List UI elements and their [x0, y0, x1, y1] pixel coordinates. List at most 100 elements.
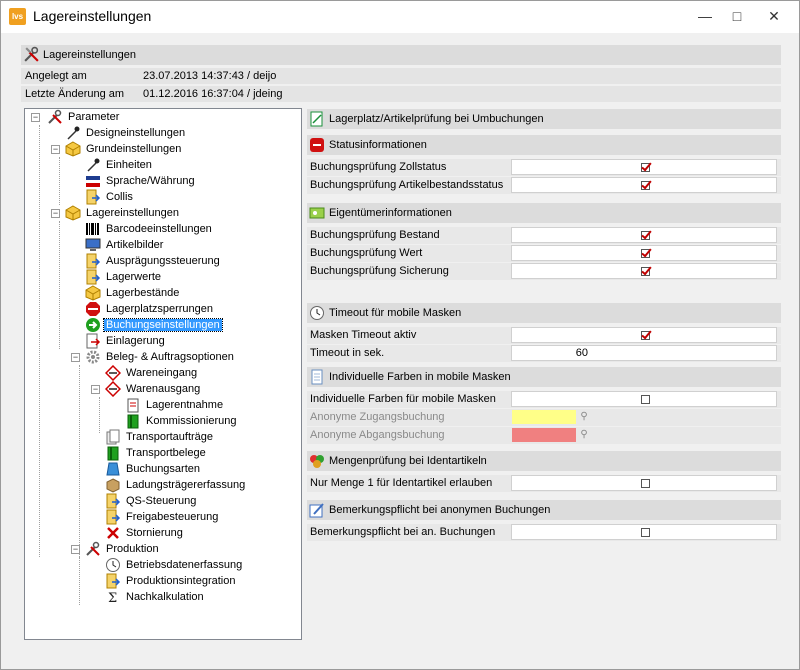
timeout-aktiv-checkbox[interactable]: [641, 331, 650, 340]
tree-label: Lagereinstellungen: [86, 207, 179, 219]
stop-icon: [310, 138, 324, 152]
setting-label: Buchungsprüfung Bestand: [310, 229, 440, 241]
bestand-checkbox[interactable]: [641, 231, 650, 240]
setting-label: Individuelle Farben für mobile Masken: [310, 393, 496, 405]
wert-checkbox[interactable]: [641, 249, 650, 258]
tree-label: Buchungseinstellungen: [103, 318, 223, 332]
tree-label: Nachkalkulation: [126, 591, 204, 603]
parameter-tree[interactable]: − Parameter Designeinstellungen − Grunde…: [24, 108, 302, 640]
gear-icon: [86, 350, 100, 364]
search-icon[interactable]: ⚲: [578, 411, 590, 423]
window-title: Lagereinstellungen: [33, 8, 152, 24]
panel-title-bar: Lagerplatz/Artikelprüfung bei Umbuchunge…: [307, 109, 781, 129]
tree-expander[interactable]: −: [51, 209, 60, 218]
cube-icon: [65, 141, 81, 157]
abgang-color-swatch[interactable]: [512, 428, 576, 442]
minimize-button[interactable]: —: [689, 1, 721, 31]
search-icon[interactable]: ⚲: [578, 429, 590, 441]
barcode-icon: [86, 223, 99, 235]
tree-line: [99, 397, 100, 433]
tree-label: Transportbelege: [126, 447, 206, 459]
arrow-right-icon: [86, 318, 100, 332]
close-button[interactable]: ✕: [755, 1, 793, 31]
tree-label: Betriebsdatenerfassung: [126, 559, 243, 571]
changed-label: Letzte Änderung am: [25, 88, 125, 100]
tools-icon: [48, 109, 62, 124]
owner-icon: [309, 207, 325, 219]
section-statusinformationen: Statusinformationen: [307, 135, 781, 155]
setting-row: Buchungsprüfung Wert: [307, 245, 781, 262]
tree-label: Einheiten: [106, 159, 152, 171]
setting-label: Bemerkungspflicht bei an. Buchungen: [310, 526, 496, 538]
tree-label: Ladungsträgererfassung: [126, 479, 246, 491]
tree-label: Sprache/Währung: [106, 175, 195, 187]
tools-icon: [24, 46, 39, 62]
cube-icon: [85, 285, 101, 301]
pin-icon: [87, 158, 100, 172]
tree-expander[interactable]: −: [31, 113, 40, 122]
tree-line: [39, 125, 40, 557]
box-icon: [106, 478, 120, 493]
tree-label: Ausprägungssteuerung: [106, 255, 220, 267]
tree-line: [59, 221, 60, 349]
zollstatus-checkbox[interactable]: [641, 163, 650, 172]
tree-line: [79, 557, 80, 605]
timeout-value: 60: [575, 347, 588, 359]
folder-arrow-icon: [86, 253, 101, 269]
book-icon: [107, 446, 119, 461]
title-bar[interactable]: lvs Lagereinstellungen — □ ✕: [1, 1, 799, 33]
book-icon: [127, 414, 139, 429]
timeout-input[interactable]: 60: [511, 345, 777, 361]
section-title: Bemerkungspflicht bei anonymen Buchungen: [329, 504, 551, 516]
tree-expander[interactable]: −: [91, 385, 100, 394]
tree-line: [79, 365, 80, 589]
tree-label: Grundeinstellungen: [86, 143, 182, 155]
maximize-button[interactable]: □: [721, 1, 753, 31]
individuelle-farben-checkbox[interactable]: [641, 395, 650, 404]
tools-icon: [86, 541, 100, 556]
setting-row: Individuelle Farben für mobile Masken: [307, 391, 781, 408]
tree-label: Lagerentnahme: [146, 399, 224, 411]
menge-1-checkbox[interactable]: [641, 479, 650, 488]
setting-label: Buchungsprüfung Zollstatus: [310, 161, 447, 173]
artikelbestandsstatus-checkbox[interactable]: [641, 181, 650, 190]
setting-label: Masken Timeout aktiv: [310, 329, 417, 341]
tree-label: Artikelbilder: [106, 239, 164, 251]
cube-icon: [65, 205, 81, 221]
folder-arrow-icon: [86, 189, 101, 205]
tree-label: Einlagerung: [106, 335, 165, 347]
sicherung-checkbox[interactable]: [641, 267, 650, 276]
zugang-color-swatch[interactable]: [512, 410, 576, 424]
setting-value-cell: ⚲: [511, 427, 777, 443]
setting-row: Masken Timeout aktiv: [307, 327, 781, 344]
tree-label: Transportaufträge: [126, 431, 214, 443]
tree-label: Produktionsintegration: [126, 575, 236, 587]
document-arrow-icon: [86, 333, 101, 349]
tree-label: Kommissionierung: [146, 415, 237, 427]
tree-label: Freigabesteuerung: [126, 511, 219, 523]
tree-expander[interactable]: −: [71, 545, 80, 554]
created-row: Angelegt am 23.07.2013 14:37:43 / deijo: [21, 68, 781, 84]
section-title: Eigentümerinformationen: [329, 207, 452, 219]
cross-icon: [107, 527, 119, 539]
setting-label: Nur Menge 1 für Identartikel erlauben: [310, 477, 493, 489]
tree-expander[interactable]: −: [71, 353, 80, 362]
tree-expander[interactable]: −: [51, 145, 60, 154]
setting-row: Anonyme Zugangsbuchung ⚲: [307, 409, 781, 426]
bemerkungspflicht-checkbox[interactable]: [641, 528, 650, 537]
tree-label: Designeinstellungen: [86, 127, 186, 139]
setting-label: Buchungsprüfung Wert: [310, 247, 423, 259]
tree-label: QS-Steuerung: [126, 495, 197, 507]
setting-label: Buchungsprüfung Sicherung: [310, 265, 449, 277]
clipboard-icon: [127, 398, 139, 413]
folder-arrow-icon: [86, 269, 101, 285]
section-mengenpruefung: Mengenprüfung bei Identartikeln: [307, 451, 781, 471]
section-timeout: Timeout für mobile Masken: [307, 303, 781, 323]
setting-row: Buchungsprüfung Bestand: [307, 227, 781, 244]
setting-row: Buchungsprüfung Zollstatus: [307, 159, 781, 176]
setting-row: Anonyme Abgangsbuchung ⚲: [307, 427, 781, 444]
pencil-note-icon: [309, 503, 324, 518]
created-value: 23.07.2013 14:37:43 / deijo: [143, 70, 277, 82]
sigma-icon: Σ: [108, 591, 117, 605]
tree-label: Beleg- & Auftragsoptionen: [106, 351, 234, 363]
